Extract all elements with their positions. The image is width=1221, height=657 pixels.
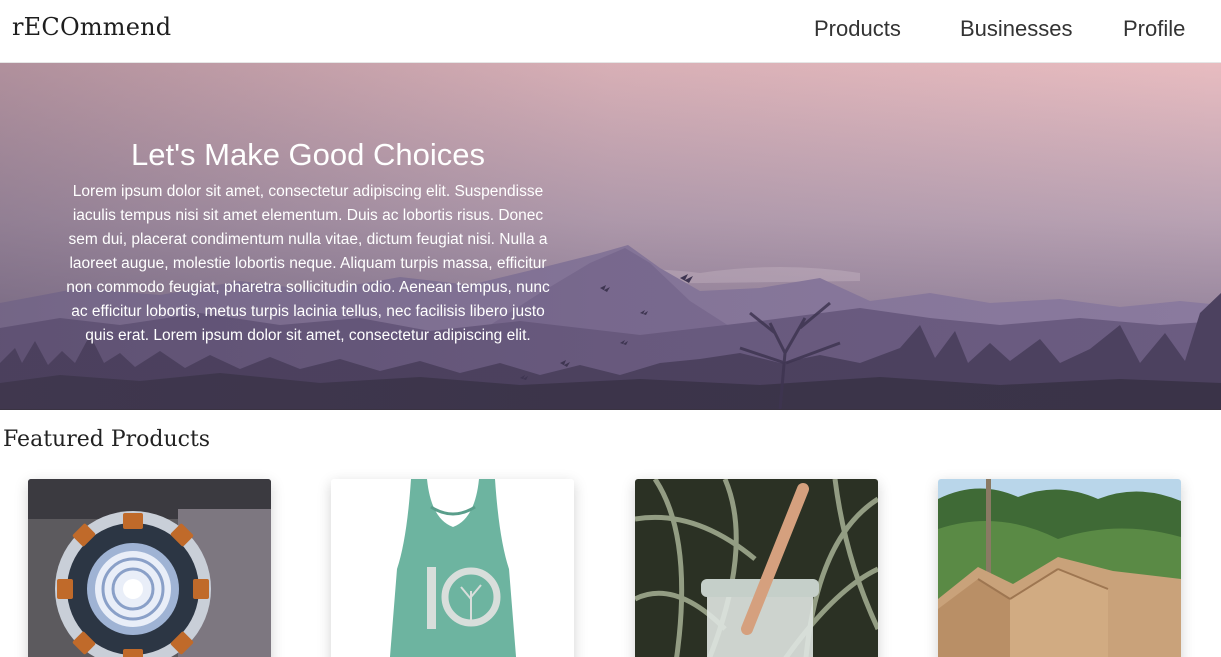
- nav-businesses-link[interactable]: Businesses: [960, 16, 1073, 42]
- nav-profile-link[interactable]: Profile: [1123, 16, 1185, 42]
- product-card[interactable]: [28, 479, 271, 657]
- hero-text-block: Let's Make Good Choices Lorem ipsum dolo…: [58, 136, 558, 348]
- cardboard-tent-image: [938, 479, 1181, 657]
- hero-description: Lorem ipsum dolor sit amet, consectetur …: [66, 183, 550, 344]
- product-card[interactable]: [938, 479, 1181, 657]
- product-card[interactable]: [635, 479, 878, 657]
- hero-banner: Let's Make Good Choices Lorem ipsum dolo…: [0, 63, 1221, 410]
- brand-logo[interactable]: rECOmmend: [12, 13, 171, 41]
- hero-title: Let's Make Good Choices: [131, 137, 485, 172]
- nav-products-link[interactable]: Products: [814, 16, 901, 42]
- glass-jar-straw-image: [635, 479, 878, 657]
- tank-top-image: [331, 479, 574, 657]
- arc-reactor-image: [28, 479, 271, 657]
- featured-products-heading: Featured Products: [3, 427, 211, 452]
- top-navbar: rECOmmend Products Businesses Profile: [0, 0, 1221, 63]
- product-card[interactable]: [331, 479, 574, 657]
